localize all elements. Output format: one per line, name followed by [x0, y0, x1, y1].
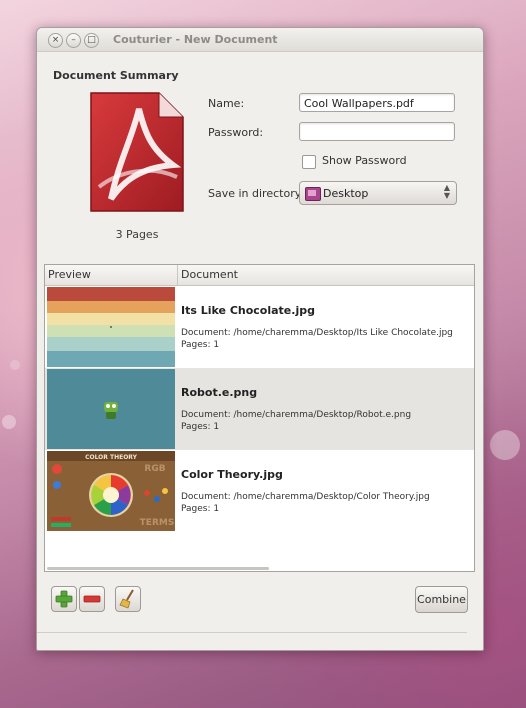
document-pages: Pages: 1	[181, 504, 220, 514]
window-title: Couturier - New Document	[113, 33, 278, 46]
page-count-label: 3 Pages	[115, 228, 159, 241]
wallpaper-bokeh	[490, 430, 520, 460]
add-button[interactable]	[51, 586, 77, 612]
column-document[interactable]: Document	[178, 265, 474, 285]
column-preview[interactable]: Preview	[45, 265, 178, 285]
document-name: Its Like Chocolate.jpg	[181, 304, 315, 317]
preview-thumbnail	[47, 287, 175, 367]
minimize-icon: –	[71, 35, 76, 45]
list-header: Preview Document	[45, 265, 474, 286]
couturier-window: × – □ Couturier - New Document Document …	[36, 27, 484, 651]
name-label: Name:	[208, 97, 245, 110]
maximize-icon: □	[87, 35, 96, 45]
close-button[interactable]: ×	[48, 33, 63, 48]
combo-arrows-icon: ▲ ▼	[443, 183, 450, 200]
horizontal-scrollbar[interactable]	[47, 567, 269, 570]
document-name: Robot.e.png	[181, 386, 258, 399]
show-password-checkbox[interactable]	[302, 155, 316, 169]
save-directory-value: Desktop	[323, 187, 369, 200]
pdf-document-icon	[90, 92, 184, 212]
document-pages: Pages: 1	[181, 340, 220, 350]
list-item[interactable]: COLOR THEORY RGB TERMS Color Theory.jpg …	[45, 450, 474, 532]
document-name: Color Theory.jpg	[181, 468, 283, 481]
clear-button[interactable]	[115, 586, 141, 612]
combine-button[interactable]: Combine	[415, 586, 468, 613]
minimize-button[interactable]: –	[66, 33, 81, 48]
wallpaper-bokeh	[10, 360, 20, 370]
password-field[interactable]	[299, 122, 455, 141]
document-pages: Pages: 1	[181, 422, 220, 432]
document-path: Document: /home/charemma/Desktop/Color T…	[181, 492, 430, 502]
maximize-button[interactable]: □	[84, 33, 99, 48]
preview-thumbnail: COLOR THEORY RGB TERMS	[47, 451, 175, 531]
save-directory-combo[interactable]: Desktop ▲ ▼	[299, 181, 457, 205]
broom-icon	[119, 589, 134, 609]
name-field[interactable]: Cool Wallpapers.pdf	[299, 93, 455, 112]
wallpaper-bokeh	[2, 415, 16, 429]
thumb-word-2: TERMS	[140, 518, 175, 528]
desktop-folder-icon	[305, 187, 321, 201]
document-summary-heading: Document Summary	[53, 69, 179, 82]
list-item[interactable]: Robot.e.png Document: /home/charemma/Des…	[45, 368, 474, 450]
thumb-word-1: RGB	[144, 464, 165, 474]
password-label: Password:	[208, 126, 264, 139]
thumb-title-text: COLOR THEORY	[85, 454, 138, 461]
status-separator	[37, 632, 467, 633]
remove-button[interactable]	[79, 586, 105, 612]
show-password-label[interactable]: Show Password	[322, 154, 407, 167]
list-item[interactable]: Its Like Chocolate.jpg Document: /home/c…	[45, 286, 474, 368]
add-icon	[55, 590, 73, 608]
close-icon: ×	[51, 35, 60, 45]
document-path: Document: /home/charemma/Desktop/Its Lik…	[181, 328, 453, 338]
title-bar[interactable]: × – □ Couturier - New Document	[37, 28, 483, 52]
save-directory-label: Save in directory:	[208, 187, 305, 200]
remove-icon	[83, 595, 101, 603]
document-path: Document: /home/charemma/Desktop/Robot.e…	[181, 410, 412, 420]
document-list[interactable]: Preview Document Its Like Chocolate.jpg …	[44, 264, 475, 572]
preview-thumbnail	[47, 369, 175, 449]
